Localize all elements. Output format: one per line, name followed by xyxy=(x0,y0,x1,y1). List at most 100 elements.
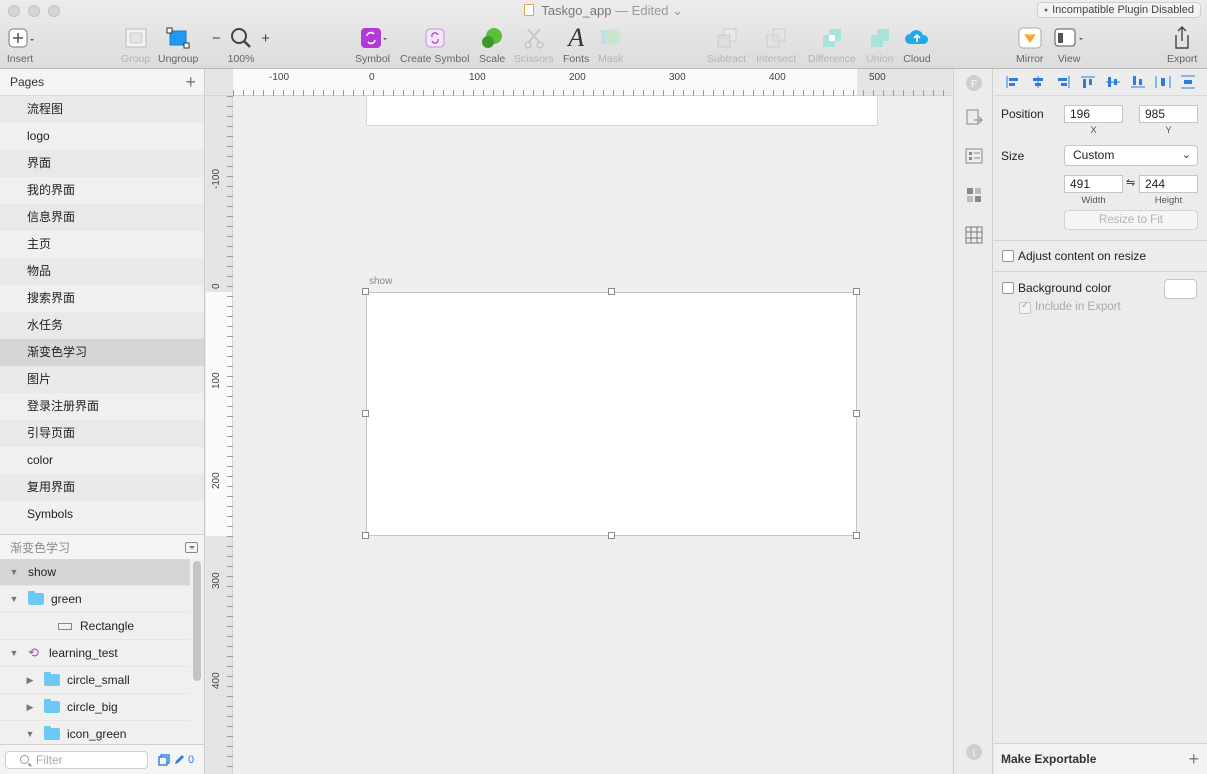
page-item[interactable]: 物品 xyxy=(0,258,204,285)
artboard-above[interactable] xyxy=(366,96,878,126)
filter-options[interactable]: 0 xyxy=(158,754,194,766)
font-tab-icon[interactable]: F xyxy=(964,73,984,93)
horizontal-ruler[interactable]: -100 0 100 200 300 400 500 xyxy=(206,69,952,96)
incompatible-plugin-badge[interactable]: Incompatible Plugin Disabled xyxy=(1036,2,1201,18)
resize-handle-top[interactable] xyxy=(608,288,615,295)
align-right-icon[interactable] xyxy=(1050,72,1075,92)
intersect-button[interactable]: Intersect xyxy=(756,24,796,65)
page-item[interactable]: 水任务 xyxy=(0,312,204,339)
background-color-checkbox[interactable] xyxy=(1002,282,1014,294)
align-center-horizontal-icon[interactable] xyxy=(1025,72,1050,92)
page-item[interactable]: 搜索界面 xyxy=(0,285,204,312)
include-in-export-checkbox[interactable] xyxy=(1019,300,1031,314)
symbol-button[interactable]: Symbol xyxy=(355,24,390,65)
vertical-ruler[interactable]: -100 0 100 200 300 400 xyxy=(206,96,233,774)
folder-icon xyxy=(28,591,44,605)
layer-row[interactable]: ▶ circle_small xyxy=(0,667,190,694)
y-position-field[interactable]: 985 xyxy=(1139,105,1198,123)
export-tab-icon[interactable] xyxy=(964,107,984,127)
subtract-button[interactable]: Subtract xyxy=(707,24,746,65)
layer-row[interactable]: ▼ ⟲ learning_test xyxy=(0,640,190,667)
resize-handle-bottom[interactable] xyxy=(608,532,615,539)
page-item[interactable]: logo xyxy=(0,123,204,150)
scissors-label: Scissors xyxy=(514,53,554,65)
size-preset-select[interactable]: Custom ⌄ xyxy=(1064,145,1198,166)
disclosure-collapsed-icon[interactable]: ▶ xyxy=(24,675,36,686)
artboard-title[interactable]: show xyxy=(369,276,392,287)
layer-row[interactable]: Rectangle xyxy=(0,613,190,640)
mask-button[interactable]: Mask xyxy=(598,24,623,65)
page-item[interactable]: 引导页面 xyxy=(0,420,204,447)
union-button[interactable]: Union xyxy=(866,24,893,65)
resize-to-fit-button[interactable]: Resize to Fit xyxy=(1064,210,1198,230)
zoom-out-button[interactable]: − xyxy=(212,30,221,47)
add-page-button[interactable]: + xyxy=(185,73,196,91)
layers-scrollbar[interactable] xyxy=(193,561,201,681)
zoom-in-button[interactable]: + xyxy=(261,30,270,47)
create-symbol-button[interactable]: Create Symbol xyxy=(400,24,469,65)
page-item[interactable]: 信息界面 xyxy=(0,204,204,231)
zoom-level: 100% xyxy=(227,53,255,65)
layer-row[interactable]: ▶ circle_big xyxy=(0,694,190,721)
width-field[interactable]: 491 xyxy=(1064,175,1123,193)
export-button[interactable]: Export xyxy=(1167,24,1197,65)
artboard-show[interactable] xyxy=(366,292,857,536)
scissors-button[interactable]: Scissors xyxy=(514,24,554,65)
scale-button[interactable]: Scale xyxy=(479,24,505,65)
disclosure-expanded-icon[interactable]: ▼ xyxy=(8,567,20,577)
resize-handle-right[interactable] xyxy=(853,410,860,417)
page-item[interactable]: 界面 xyxy=(0,150,204,177)
x-position-field[interactable]: 196 xyxy=(1064,105,1123,123)
page-item[interactable]: 主页 xyxy=(0,231,204,258)
distribute-vertical-icon[interactable] xyxy=(1175,72,1200,92)
page-item[interactable]: Symbols xyxy=(0,501,204,528)
layer-row[interactable]: ▼ green xyxy=(0,586,190,613)
info-icon[interactable]: i xyxy=(964,742,984,762)
align-middle-vertical-icon[interactable] xyxy=(1100,72,1125,92)
align-left-icon[interactable] xyxy=(1000,72,1025,92)
disclosure-expanded-icon[interactable]: ▼ xyxy=(8,648,20,658)
collapse-layers-icon[interactable] xyxy=(185,541,198,553)
page-item[interactable]: 渐变色学习 xyxy=(0,339,204,366)
resize-handle-bottom-right[interactable] xyxy=(853,532,860,539)
resize-handle-bottom-left[interactable] xyxy=(362,532,369,539)
ungroup-button[interactable]: Ungroup xyxy=(158,24,198,65)
resize-handle-top-right[interactable] xyxy=(853,288,860,295)
resize-handle-left[interactable] xyxy=(362,410,369,417)
adjust-content-checkbox[interactable] xyxy=(1002,250,1014,262)
distribute-horizontal-icon[interactable] xyxy=(1150,72,1175,92)
difference-button[interactable]: Difference xyxy=(808,24,856,65)
page-item[interactable]: 登录注册界面 xyxy=(0,393,204,420)
align-bottom-icon[interactable] xyxy=(1125,72,1150,92)
lock-proportions-icon[interactable]: ⇋ xyxy=(1126,176,1135,189)
disclosure-expanded-icon[interactable]: ▼ xyxy=(8,594,20,604)
add-export-button[interactable]: + xyxy=(1188,749,1199,770)
cloud-button[interactable]: Cloud xyxy=(903,24,931,65)
fonts-button[interactable]: A Fonts xyxy=(563,23,589,65)
background-color-swatch[interactable] xyxy=(1164,279,1197,299)
list-tab-icon[interactable] xyxy=(964,146,984,166)
disclosure-expanded-icon[interactable]: ▼ xyxy=(24,729,36,739)
disclosure-collapsed-icon[interactable]: ▶ xyxy=(24,702,36,713)
components-tab-icon[interactable] xyxy=(964,185,984,205)
group-button[interactable]: Group xyxy=(121,24,150,65)
mirror-button[interactable]: Mirror xyxy=(1016,24,1043,65)
layer-row[interactable]: ▼ icon_green xyxy=(0,721,190,741)
edited-status[interactable]: — Edited xyxy=(615,3,668,18)
view-button[interactable]: View xyxy=(1053,24,1085,65)
insert-button[interactable]: Insert xyxy=(6,24,34,65)
grid-tab-icon[interactable] xyxy=(964,225,984,245)
page-item[interactable]: 我的界面 xyxy=(0,177,204,204)
make-exportable-bar[interactable]: Make Exportable + xyxy=(994,743,1207,774)
height-field[interactable]: 244 xyxy=(1139,175,1198,193)
filter-input[interactable]: Filter xyxy=(5,750,148,769)
page-item[interactable]: color xyxy=(0,447,204,474)
page-item[interactable]: 复用界面 xyxy=(0,474,204,501)
canvas[interactable]: -100 0 100 200 300 400 500 -100 0 100 200 300 400 s… xyxy=(206,69,952,774)
alignment-toolbar xyxy=(994,69,1207,96)
page-item[interactable]: 图片 xyxy=(0,366,204,393)
align-top-icon[interactable] xyxy=(1075,72,1100,92)
layer-row[interactable]: ▼ show xyxy=(0,559,190,586)
page-item[interactable]: 流程图 xyxy=(0,96,204,123)
resize-handle-top-left[interactable] xyxy=(362,288,369,295)
